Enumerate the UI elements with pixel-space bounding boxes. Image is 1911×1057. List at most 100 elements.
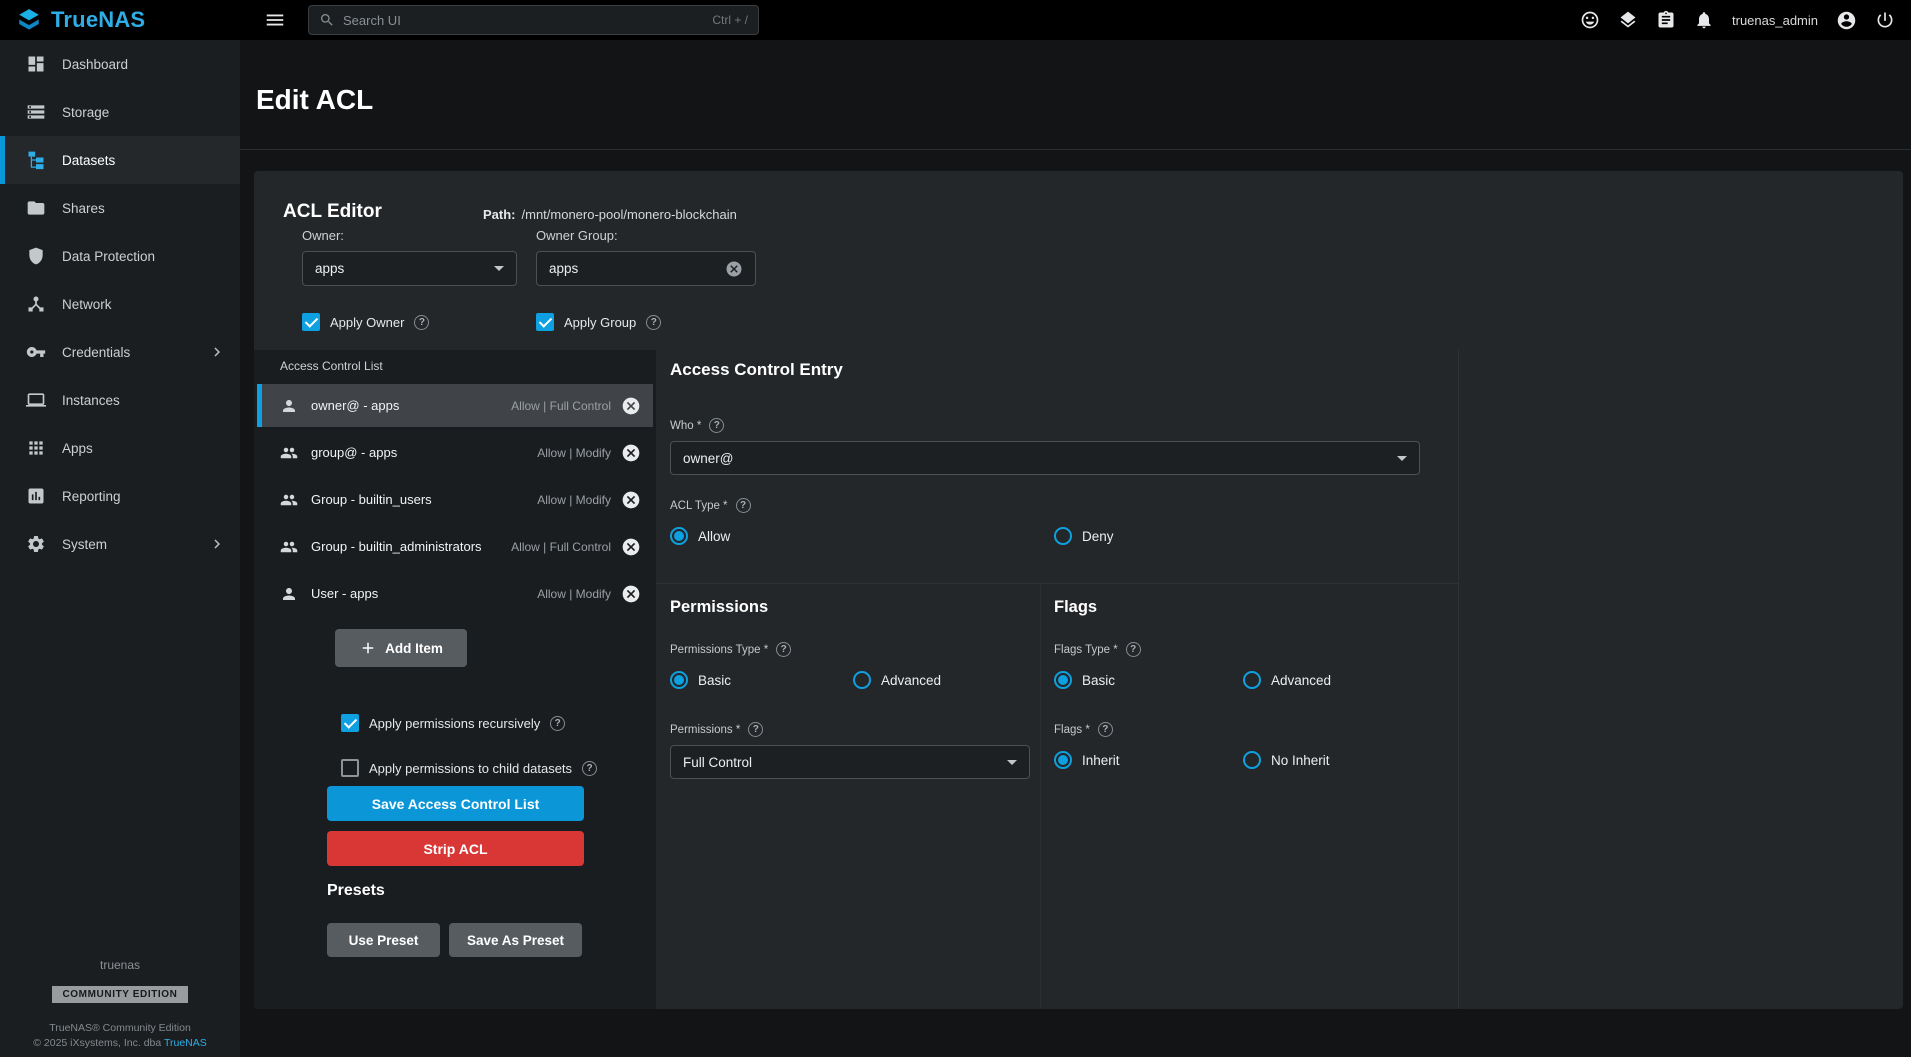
acl-entry-permission: Allow | Modify bbox=[537, 587, 611, 601]
sidebar-item-system[interactable]: System bbox=[0, 520, 240, 568]
help-icon[interactable] bbox=[1126, 642, 1141, 657]
power-button[interactable] bbox=[1875, 10, 1895, 30]
owner-group-label: Owner Group: bbox=[536, 228, 756, 243]
search-input[interactable] bbox=[343, 13, 704, 28]
truenas-logo[interactable]: TrueNAS bbox=[0, 7, 240, 33]
strip-acl-button[interactable]: Strip ACL bbox=[327, 831, 584, 866]
sidebar-item-dashboard[interactable]: Dashboard bbox=[0, 40, 240, 88]
flags-no-inherit-option[interactable]: No Inherit bbox=[1243, 751, 1330, 769]
save-acl-button[interactable]: Save Access Control List bbox=[327, 786, 584, 821]
allow-radio[interactable] bbox=[670, 527, 688, 545]
help-icon[interactable] bbox=[550, 716, 565, 731]
help-icon[interactable] bbox=[582, 761, 597, 776]
datasets-tree-icon bbox=[26, 150, 46, 170]
deny-radio[interactable] bbox=[1054, 527, 1072, 545]
sidebar-item-label: Storage bbox=[62, 105, 109, 120]
sidebar-item-apps[interactable]: Apps bbox=[0, 424, 240, 472]
help-icon[interactable] bbox=[748, 722, 763, 737]
storage-icon bbox=[26, 102, 46, 122]
recursive-checkbox-row[interactable]: Apply permissions recursively bbox=[341, 714, 565, 732]
acl-entry-name: Group - builtin_administrators bbox=[311, 539, 482, 554]
acl-entry-row-builtin-administrators[interactable]: Group - builtin_administrators Allow | F… bbox=[257, 525, 653, 568]
shield-icon bbox=[26, 246, 46, 266]
flags-inherit-option[interactable]: Inherit bbox=[1054, 751, 1120, 769]
user-menu-button[interactable] bbox=[1836, 10, 1857, 31]
flags-type-basic-option[interactable]: Basic bbox=[1054, 671, 1115, 689]
acl-type-allow-option[interactable]: Allow bbox=[670, 527, 730, 545]
apply-group-checkbox-row[interactable]: Apply Group bbox=[536, 313, 661, 331]
person-icon bbox=[280, 397, 298, 415]
close-circle-icon bbox=[621, 537, 641, 557]
help-icon[interactable] bbox=[646, 315, 661, 330]
sidebar-item-datasets[interactable]: Datasets bbox=[0, 136, 240, 184]
search-bar[interactable]: Ctrl + / bbox=[308, 5, 759, 35]
sidebar-item-data-protection[interactable]: Data Protection bbox=[0, 232, 240, 280]
sidebar-item-instances[interactable]: Instances bbox=[0, 376, 240, 424]
acl-entry-row-user-apps[interactable]: User - apps Allow | Modify bbox=[257, 572, 653, 615]
sidenav-toggle-button[interactable] bbox=[264, 9, 286, 31]
bar-chart-icon bbox=[26, 486, 46, 506]
help-icon[interactable] bbox=[776, 642, 791, 657]
acl-entry-name: group@ - apps bbox=[311, 445, 397, 460]
sidebar-item-reporting[interactable]: Reporting bbox=[0, 472, 240, 520]
permissions-type-advanced-option[interactable]: Advanced bbox=[853, 671, 941, 689]
use-preset-button[interactable]: Use Preset bbox=[327, 923, 440, 957]
permissions-advanced-radio[interactable] bbox=[853, 671, 871, 689]
permissions-basic-radio[interactable] bbox=[670, 671, 688, 689]
child-datasets-label: Apply permissions to child datasets bbox=[369, 761, 572, 776]
owner-field: Owner: apps bbox=[302, 228, 517, 286]
no-inherit-radio[interactable] bbox=[1243, 751, 1261, 769]
checkin-button[interactable] bbox=[1618, 10, 1638, 30]
remove-entry-button[interactable] bbox=[621, 537, 641, 557]
remove-entry-button[interactable] bbox=[621, 443, 641, 463]
clear-owner-group-button[interactable] bbox=[725, 260, 743, 278]
owner-label: Owner: bbox=[302, 228, 517, 243]
network-icon bbox=[26, 294, 46, 314]
apply-group-checkbox[interactable] bbox=[536, 313, 554, 331]
notifications-button[interactable] bbox=[1694, 10, 1714, 30]
sidebar-item-label: Data Protection bbox=[62, 249, 155, 264]
jobs-button[interactable] bbox=[1656, 10, 1676, 30]
acl-entry-row-builtin-users[interactable]: Group - builtin_users Allow | Modify bbox=[257, 478, 653, 521]
apply-owner-checkbox[interactable] bbox=[302, 313, 320, 331]
permissions-select[interactable]: Full Control bbox=[670, 745, 1030, 779]
topbar-actions: truenas_admin bbox=[1580, 10, 1911, 31]
inherit-radio[interactable] bbox=[1054, 751, 1072, 769]
sidebar-item-credentials[interactable]: Credentials bbox=[0, 328, 240, 376]
remove-entry-button[interactable] bbox=[621, 584, 641, 604]
owner-group-input[interactable]: apps bbox=[536, 251, 756, 286]
sidebar-item-label: Network bbox=[62, 297, 112, 312]
sidebar-item-storage[interactable]: Storage bbox=[0, 88, 240, 136]
acl-entry-row-group[interactable]: group@ - apps Allow | Modify bbox=[257, 431, 653, 474]
sidebar-item-network[interactable]: Network bbox=[0, 280, 240, 328]
recursive-checkbox[interactable] bbox=[341, 714, 359, 732]
power-icon bbox=[1875, 10, 1895, 30]
owner-select[interactable]: apps bbox=[302, 251, 517, 286]
help-icon[interactable] bbox=[709, 418, 724, 433]
flags-type-advanced-option[interactable]: Advanced bbox=[1243, 671, 1331, 689]
access-control-entry-panel: Access Control Entry Who * owner@ ACL Ty… bbox=[656, 350, 1903, 1009]
remove-entry-button[interactable] bbox=[621, 396, 641, 416]
acl-list-header: Access Control List bbox=[280, 359, 383, 373]
flags-advanced-radio[interactable] bbox=[1243, 671, 1261, 689]
ace-title: Access Control Entry bbox=[670, 360, 843, 380]
acl-type-deny-option[interactable]: Deny bbox=[1054, 527, 1114, 545]
help-icon[interactable] bbox=[414, 315, 429, 330]
help-icon[interactable] bbox=[1098, 722, 1113, 737]
acl-entry-row-owner[interactable]: owner@ - apps Allow | Full Control bbox=[257, 384, 653, 427]
apply-owner-checkbox-row[interactable]: Apply Owner bbox=[302, 313, 429, 331]
child-datasets-checkbox-row[interactable]: Apply permissions to child datasets bbox=[341, 759, 597, 777]
remove-entry-button[interactable] bbox=[621, 490, 641, 510]
acl-entry-rows: owner@ - apps Allow | Full Control group… bbox=[257, 384, 653, 619]
add-item-button[interactable]: Add Item bbox=[335, 629, 467, 667]
child-datasets-checkbox[interactable] bbox=[341, 759, 359, 777]
flags-basic-radio[interactable] bbox=[1054, 671, 1072, 689]
save-as-preset-button[interactable]: Save As Preset bbox=[449, 923, 582, 957]
help-icon[interactable] bbox=[736, 498, 751, 513]
feedback-button[interactable] bbox=[1580, 10, 1600, 30]
permissions-type-basic-option[interactable]: Basic bbox=[670, 671, 731, 689]
acl-type-field: ACL Type * Allow Deny bbox=[670, 498, 1470, 547]
footer-brand-link[interactable]: TrueNAS bbox=[164, 1037, 207, 1049]
who-select[interactable]: owner@ bbox=[670, 441, 1420, 475]
sidebar-item-shares[interactable]: Shares bbox=[0, 184, 240, 232]
